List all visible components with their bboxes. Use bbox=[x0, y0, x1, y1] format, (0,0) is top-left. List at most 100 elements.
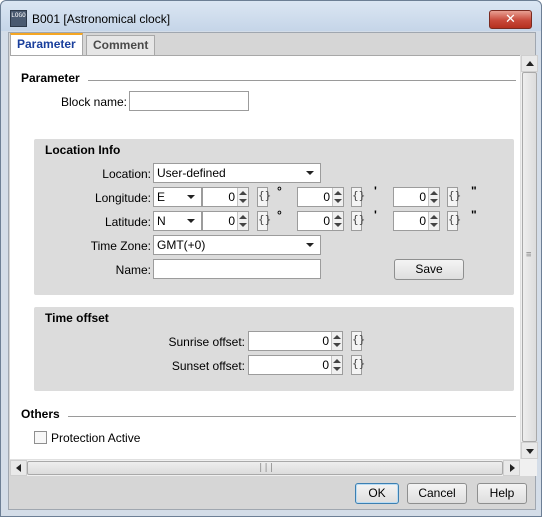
longitude-degrees-stepper[interactable]: 0 bbox=[202, 187, 249, 207]
scroll-left-button[interactable] bbox=[10, 460, 27, 476]
spin-up-icon[interactable] bbox=[430, 215, 438, 219]
parameter-divider bbox=[88, 80, 516, 81]
arrow-right-icon bbox=[510, 464, 515, 472]
spin-down-icon[interactable] bbox=[333, 367, 341, 371]
help-button[interactable]: Help bbox=[477, 483, 527, 504]
app-logo-icon: LOGO bbox=[10, 10, 27, 27]
others-heading: Others bbox=[21, 407, 60, 421]
minute-symbol: ' bbox=[374, 184, 377, 198]
location-select[interactable]: User-defined bbox=[153, 163, 321, 183]
scroll-corner bbox=[520, 459, 537, 476]
horizontal-scrollbar[interactable]: ||| bbox=[10, 459, 520, 476]
spin-up-icon[interactable] bbox=[430, 191, 438, 195]
cancel-button[interactable]: Cancel bbox=[407, 483, 467, 504]
longitude-minutes-stepper[interactable]: 0 bbox=[297, 187, 344, 207]
sunset-offset-label: Sunset offset: bbox=[171, 359, 245, 373]
close-button[interactable]: ✕ bbox=[489, 10, 532, 29]
scroll-up-button[interactable] bbox=[521, 55, 538, 72]
latitude-minutes-param-button[interactable]: {} bbox=[351, 211, 365, 231]
horizontal-scroll-thumb[interactable]: ||| bbox=[27, 461, 503, 475]
spin-buttons[interactable] bbox=[331, 356, 342, 374]
longitude-degrees-param-button[interactable]: {} bbox=[257, 187, 271, 207]
chevron-down-icon bbox=[306, 171, 314, 175]
spin-up-icon[interactable] bbox=[239, 191, 247, 195]
dialog-window: LOGO B001 [Astronomical clock] ✕ Paramet… bbox=[0, 0, 542, 517]
vertical-scrollbar[interactable]: ≡ bbox=[520, 55, 538, 459]
time-offset-heading: Time offset bbox=[45, 311, 109, 325]
location-selected-value: User-defined bbox=[157, 166, 226, 180]
block-name-label: Block name: bbox=[60, 95, 127, 109]
spin-down-icon[interactable] bbox=[430, 199, 438, 203]
vertical-scroll-thumb[interactable]: ≡ bbox=[522, 72, 537, 442]
latitude-degrees-value: 0 bbox=[228, 214, 235, 228]
spin-down-icon[interactable] bbox=[239, 223, 247, 227]
longitude-minutes-value: 0 bbox=[323, 190, 330, 204]
latitude-seconds-value: 0 bbox=[419, 214, 426, 228]
block-name-input[interactable] bbox=[129, 91, 249, 111]
sunset-offset-value: 0 bbox=[322, 358, 329, 372]
arrow-up-icon bbox=[526, 61, 534, 66]
tab-bar: Parameter Comment bbox=[9, 33, 535, 55]
sunrise-offset-stepper[interactable]: 0 bbox=[248, 331, 343, 351]
title-bar[interactable]: LOGO B001 [Astronomical clock] ✕ bbox=[1, 1, 541, 31]
longitude-minutes-param-button[interactable]: {} bbox=[351, 187, 365, 207]
grip-icon: ≡ bbox=[526, 250, 532, 260]
spin-up-icon[interactable] bbox=[333, 335, 341, 339]
location-name-input[interactable] bbox=[153, 259, 321, 279]
spin-buttons[interactable] bbox=[428, 188, 439, 206]
longitude-degrees-value: 0 bbox=[228, 190, 235, 204]
sunset-offset-param-button[interactable]: {} bbox=[351, 355, 365, 375]
timezone-selected-value: GMT(+0) bbox=[157, 238, 206, 252]
spin-buttons[interactable] bbox=[332, 212, 343, 230]
protection-active-checkbox[interactable] bbox=[34, 431, 47, 444]
scroll-right-button[interactable] bbox=[503, 460, 520, 476]
degree-symbol: ° bbox=[277, 184, 282, 198]
degree-symbol: ° bbox=[277, 208, 282, 222]
window-title: B001 [Astronomical clock] bbox=[32, 12, 171, 26]
timezone-select[interactable]: GMT(+0) bbox=[153, 235, 321, 255]
spin-buttons[interactable] bbox=[428, 212, 439, 230]
spin-down-icon[interactable] bbox=[239, 199, 247, 203]
spin-down-icon[interactable] bbox=[334, 223, 342, 227]
latitude-direction-value: N bbox=[157, 214, 166, 228]
spin-down-icon[interactable] bbox=[333, 343, 341, 347]
latitude-direction-select[interactable]: N bbox=[153, 211, 202, 231]
others-divider bbox=[68, 416, 516, 417]
latitude-label: Latitude: bbox=[104, 215, 151, 229]
latitude-degrees-stepper[interactable]: 0 bbox=[202, 211, 249, 231]
parameter-panel: Parameter Block name: Location Info Loca… bbox=[10, 55, 520, 459]
sunrise-offset-param-button[interactable]: {} bbox=[351, 331, 365, 351]
spin-buttons[interactable] bbox=[237, 212, 248, 230]
spin-up-icon[interactable] bbox=[333, 359, 341, 363]
spin-up-icon[interactable] bbox=[239, 215, 247, 219]
parameter-heading: Parameter bbox=[21, 71, 80, 85]
grip-icon: ||| bbox=[258, 463, 275, 473]
latitude-seconds-param-button[interactable]: {} bbox=[447, 211, 461, 231]
longitude-direction-select[interactable]: E bbox=[153, 187, 202, 207]
latitude-seconds-stepper[interactable]: 0 bbox=[393, 211, 440, 231]
spin-buttons[interactable] bbox=[332, 188, 343, 206]
latitude-minutes-value: 0 bbox=[323, 214, 330, 228]
tab-parameter[interactable]: Parameter bbox=[10, 33, 83, 55]
chevron-down-icon bbox=[187, 195, 195, 199]
scroll-down-button[interactable] bbox=[521, 442, 538, 459]
spin-down-icon[interactable] bbox=[430, 223, 438, 227]
ok-button[interactable]: OK bbox=[355, 483, 399, 504]
tab-comment[interactable]: Comment bbox=[86, 35, 156, 55]
arrow-left-icon bbox=[16, 464, 21, 472]
dialog-client-area: Parameter Comment Parameter Block name: … bbox=[8, 32, 538, 510]
spin-up-icon[interactable] bbox=[334, 191, 342, 195]
spin-buttons[interactable] bbox=[237, 188, 248, 206]
spin-buttons[interactable] bbox=[331, 332, 342, 350]
save-location-button[interactable]: Save bbox=[394, 259, 464, 280]
longitude-seconds-stepper[interactable]: 0 bbox=[393, 187, 440, 207]
spin-up-icon[interactable] bbox=[334, 215, 342, 219]
longitude-seconds-param-button[interactable]: {} bbox=[447, 187, 461, 207]
latitude-minutes-stepper[interactable]: 0 bbox=[297, 211, 344, 231]
longitude-label: Longitude: bbox=[94, 191, 151, 205]
sunrise-offset-value: 0 bbox=[322, 334, 329, 348]
sunset-offset-stepper[interactable]: 0 bbox=[248, 355, 343, 375]
spin-down-icon[interactable] bbox=[334, 199, 342, 203]
latitude-degrees-param-button[interactable]: {} bbox=[257, 211, 271, 231]
protection-active-label[interactable]: Protection Active bbox=[51, 431, 140, 445]
